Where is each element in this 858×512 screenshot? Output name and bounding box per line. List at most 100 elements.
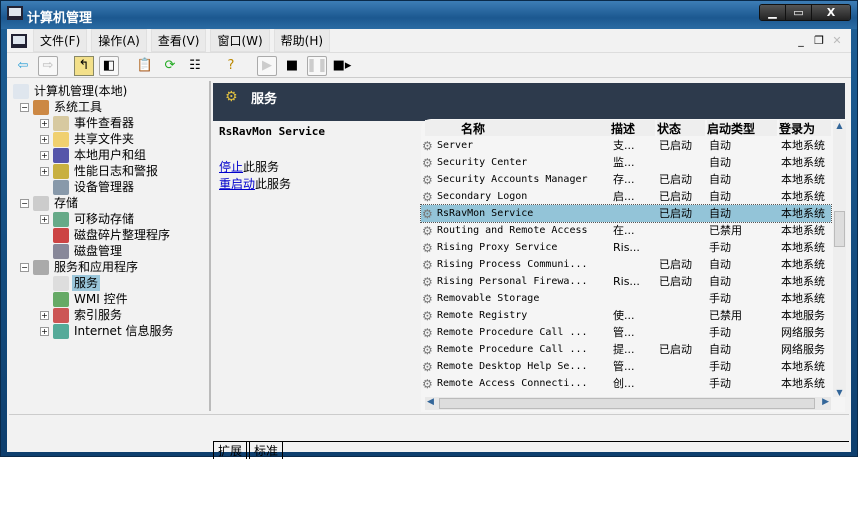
- table-row[interactable]: ⚙ Secondary Logon 启... 已启动 自动 本地系统: [421, 188, 831, 205]
- service-gear-icon: ⚙: [422, 224, 433, 238]
- refresh-icon[interactable]: ⟳: [160, 56, 180, 76]
- tree-node[interactable]: + 可移动存储: [40, 211, 136, 227]
- cell-startup-type: 已禁用: [709, 309, 742, 322]
- start-service-icon[interactable]: ▶: [257, 55, 277, 76]
- table-row[interactable]: ⚙ Remote Procedure Call ... 管... 手动 网络服务: [421, 324, 831, 341]
- table-row[interactable]: ⚙ Security Accounts Manager 存... 已启动 自动 本地系统: [421, 171, 831, 188]
- computer-icon: [11, 33, 27, 48]
- child-minimize-button[interactable]: _: [793, 33, 809, 49]
- console-tree: 计算机管理(本地) − 系统工具 + 事件查看器 + 共享文件夹 + 本地用户和组 + 性能日志和警…: [9, 81, 211, 411]
- expand-icon[interactable]: +: [40, 134, 49, 144]
- up-folder-icon[interactable]: ↰: [74, 55, 94, 76]
- expand-icon[interactable]: +: [40, 150, 49, 160]
- tab-extended[interactable]: 扩展: [213, 442, 248, 459]
- cell-log-on-as: 本地系统: [781, 156, 825, 169]
- collapse-icon[interactable]: −: [20, 102, 29, 112]
- table-row[interactable]: ⚙ RsRavMon Service 已启动 自动 本地系统: [420, 204, 832, 223]
- tree-node[interactable]: WMI 控件: [53, 291, 130, 307]
- tree-node[interactable]: 磁盘碎片整理程序: [53, 227, 172, 243]
- pane-title: 服务: [251, 92, 278, 107]
- window: 计算机管理 ▁ ▭ X 文件(F) 操作(A) 查看(V) 窗口(W) 帮助(H…: [0, 0, 858, 459]
- cell-description: 监...: [613, 156, 635, 169]
- restart-service-icon[interactable]: ■▸: [332, 56, 352, 76]
- menu-file[interactable]: 文件(F): [33, 29, 88, 52]
- expand-icon[interactable]: +: [40, 214, 49, 224]
- expand-icon[interactable]: +: [40, 310, 49, 320]
- cell-log-on-as: 本地系统: [781, 258, 825, 271]
- tree-node[interactable]: + 事件查看器: [40, 115, 136, 131]
- table-row[interactable]: ⚙ Routing and Remote Access 在... 已禁用 本地系统: [421, 222, 831, 239]
- forward-icon[interactable]: ⇨: [38, 55, 58, 76]
- cell-name: Remote Procedure Call ...: [437, 344, 588, 355]
- export-list-icon[interactable]: ☷: [185, 56, 205, 76]
- cell-startup-type: 自动: [709, 190, 731, 203]
- child-close-button[interactable]: ✕: [829, 33, 845, 49]
- child-restore-button[interactable]: ❐: [811, 33, 827, 49]
- tree-node[interactable]: + Internet 信息服务: [40, 323, 175, 339]
- column-header-log-on-as[interactable]: 登录为: [779, 120, 831, 136]
- properties-icon[interactable]: 📋: [135, 56, 155, 76]
- cell-status: 已启动: [659, 139, 692, 152]
- tree-node[interactable]: 计算机管理(本地): [13, 83, 129, 99]
- table-row[interactable]: ⚙ Remote Registry 使... 已禁用 本地服务: [421, 307, 831, 324]
- tree-node[interactable]: − 存储: [20, 195, 80, 211]
- close-button[interactable]: X: [812, 5, 850, 20]
- window-title: 计算机管理: [27, 11, 93, 26]
- tree-node[interactable]: + 索引服务: [40, 307, 124, 323]
- cell-status: 已启动: [659, 258, 692, 271]
- cell-log-on-as: 网络服务: [781, 343, 825, 356]
- table-row[interactable]: ⚙ Rising Proxy Service Ris... 手动 本地系统: [421, 239, 831, 256]
- show-hide-tree-icon[interactable]: ◧: [99, 55, 119, 76]
- back-icon[interactable]: ⇦: [13, 56, 33, 76]
- stop-service-icon[interactable]: ■: [282, 56, 302, 76]
- collapse-icon[interactable]: −: [20, 262, 29, 272]
- tree-node[interactable]: + 性能日志和警报: [40, 163, 160, 179]
- maximize-button[interactable]: ▭: [786, 5, 812, 20]
- stop-suffix: 此服务: [243, 160, 280, 174]
- tree-node[interactable]: 设备管理器: [53, 179, 136, 195]
- menu-help[interactable]: 帮助(H): [273, 29, 331, 52]
- stop-service-link[interactable]: 停止: [219, 160, 243, 174]
- horizontal-scrollbar[interactable]: ◀ ▶: [425, 397, 831, 410]
- table-row[interactable]: ⚙ Remote Access Connecti... 创... 手动 本地系统: [421, 375, 831, 392]
- table-row[interactable]: ⚙ Rising Process Communi... 已启动 自动 本地系统: [421, 256, 831, 273]
- expand-icon[interactable]: +: [40, 118, 49, 128]
- collapse-icon[interactable]: −: [20, 198, 29, 208]
- cell-description: 管...: [613, 360, 635, 373]
- table-row[interactable]: ⚙ Rising Personal Firewa... Ris... 已启动 自动 本地系…: [421, 273, 831, 290]
- expand-icon[interactable]: +: [40, 326, 49, 336]
- expand-icon[interactable]: +: [40, 166, 49, 176]
- tree-node[interactable]: − 系统工具: [20, 99, 104, 115]
- menu-view[interactable]: 查看(V): [150, 29, 207, 52]
- restart-service-link[interactable]: 重启动: [219, 177, 255, 191]
- column-header-startup-type[interactable]: 启动类型: [707, 120, 777, 136]
- node-icon: [53, 179, 69, 195]
- cell-startup-type: 手动: [709, 292, 731, 305]
- table-row[interactable]: ⚙ Remote Procedure Call ... 提... 已启动 自动 网络服务: [421, 341, 831, 358]
- table-row[interactable]: ⚙ Remote Desktop Help Se... 管... 手动 本地系统: [421, 358, 831, 375]
- column-header-name[interactable]: 名称: [425, 120, 611, 136]
- tree-node[interactable]: + 本地用户和组: [40, 147, 148, 163]
- table-row[interactable]: ⚙ Server 支... 已启动 自动 本地系统: [421, 137, 831, 154]
- service-gear-icon: ⚙: [422, 292, 433, 306]
- tree-node[interactable]: + 共享文件夹: [40, 131, 136, 147]
- table-row[interactable]: ⚙ Security Center 监... 自动 本地系统: [421, 154, 831, 171]
- minimize-button[interactable]: ▁: [760, 5, 786, 20]
- tab-standard[interactable]: 标准: [249, 442, 284, 459]
- node-icon: [53, 307, 69, 323]
- tree-node[interactable]: 服务: [53, 275, 101, 291]
- menu-window[interactable]: 窗口(W): [210, 29, 270, 52]
- tree-node[interactable]: − 服务和应用程序: [20, 259, 140, 275]
- cell-description: Ris...: [613, 275, 640, 288]
- table-row[interactable]: ⚙ Removable Storage 手动 本地系统: [421, 290, 831, 307]
- tree-node[interactable]: 磁盘管理: [53, 243, 124, 259]
- cell-name: Remote Registry: [437, 310, 528, 321]
- menu-action[interactable]: 操作(A): [91, 29, 147, 52]
- vertical-scrollbar[interactable]: ▲ ▼: [833, 121, 846, 397]
- pause-service-icon[interactable]: ❚❚: [306, 55, 328, 76]
- tree-node-label: 事件查看器: [74, 116, 135, 130]
- cell-description: 存...: [613, 173, 635, 186]
- column-header-status[interactable]: 状态: [657, 120, 705, 136]
- column-header-description[interactable]: 描述: [611, 120, 655, 136]
- help-icon[interactable]: ?: [221, 56, 241, 76]
